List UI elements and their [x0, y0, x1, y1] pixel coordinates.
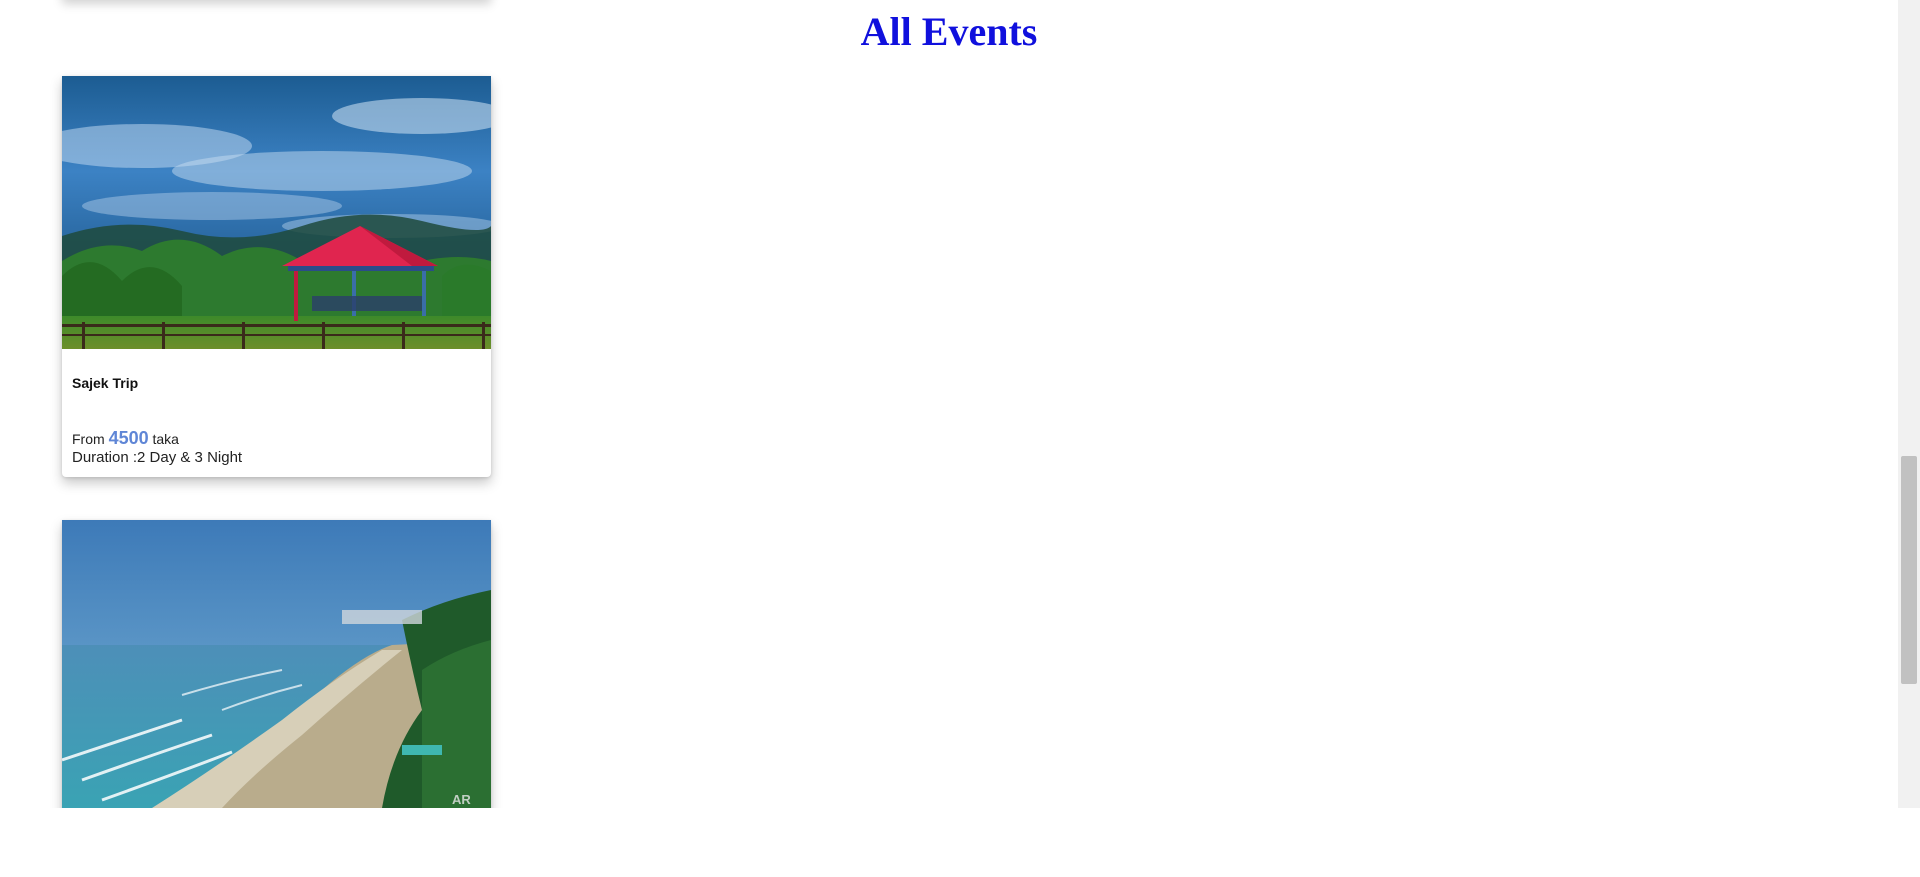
- event-image[interactable]: AR: [62, 520, 491, 808]
- event-title[interactable]: Sajek Trip: [72, 375, 138, 391]
- event-image[interactable]: [62, 76, 491, 349]
- image-watermark: AR: [452, 792, 471, 807]
- price-value: 4500: [108, 428, 149, 448]
- page-title: All Events: [860, 9, 1038, 54]
- price-prefix: From: [72, 431, 105, 447]
- event-card[interactable]: Sajek Trip From 4500 taka Duration :2 Da…: [62, 76, 491, 477]
- event-price: From 4500 taka: [72, 428, 179, 449]
- event-duration: Duration :2 Day & 3 Night: [72, 449, 243, 466]
- page-viewport: All Events Sajek Trip From 4500 taka Dur…: [0, 0, 1898, 808]
- vertical-scrollbar[interactable]: [1898, 0, 1920, 808]
- price-suffix: taka: [152, 431, 179, 447]
- scrollbar-thumb[interactable]: [1901, 456, 1917, 684]
- page-bottom-margin: [0, 808, 1920, 877]
- event-card[interactable]: AR: [62, 520, 491, 808]
